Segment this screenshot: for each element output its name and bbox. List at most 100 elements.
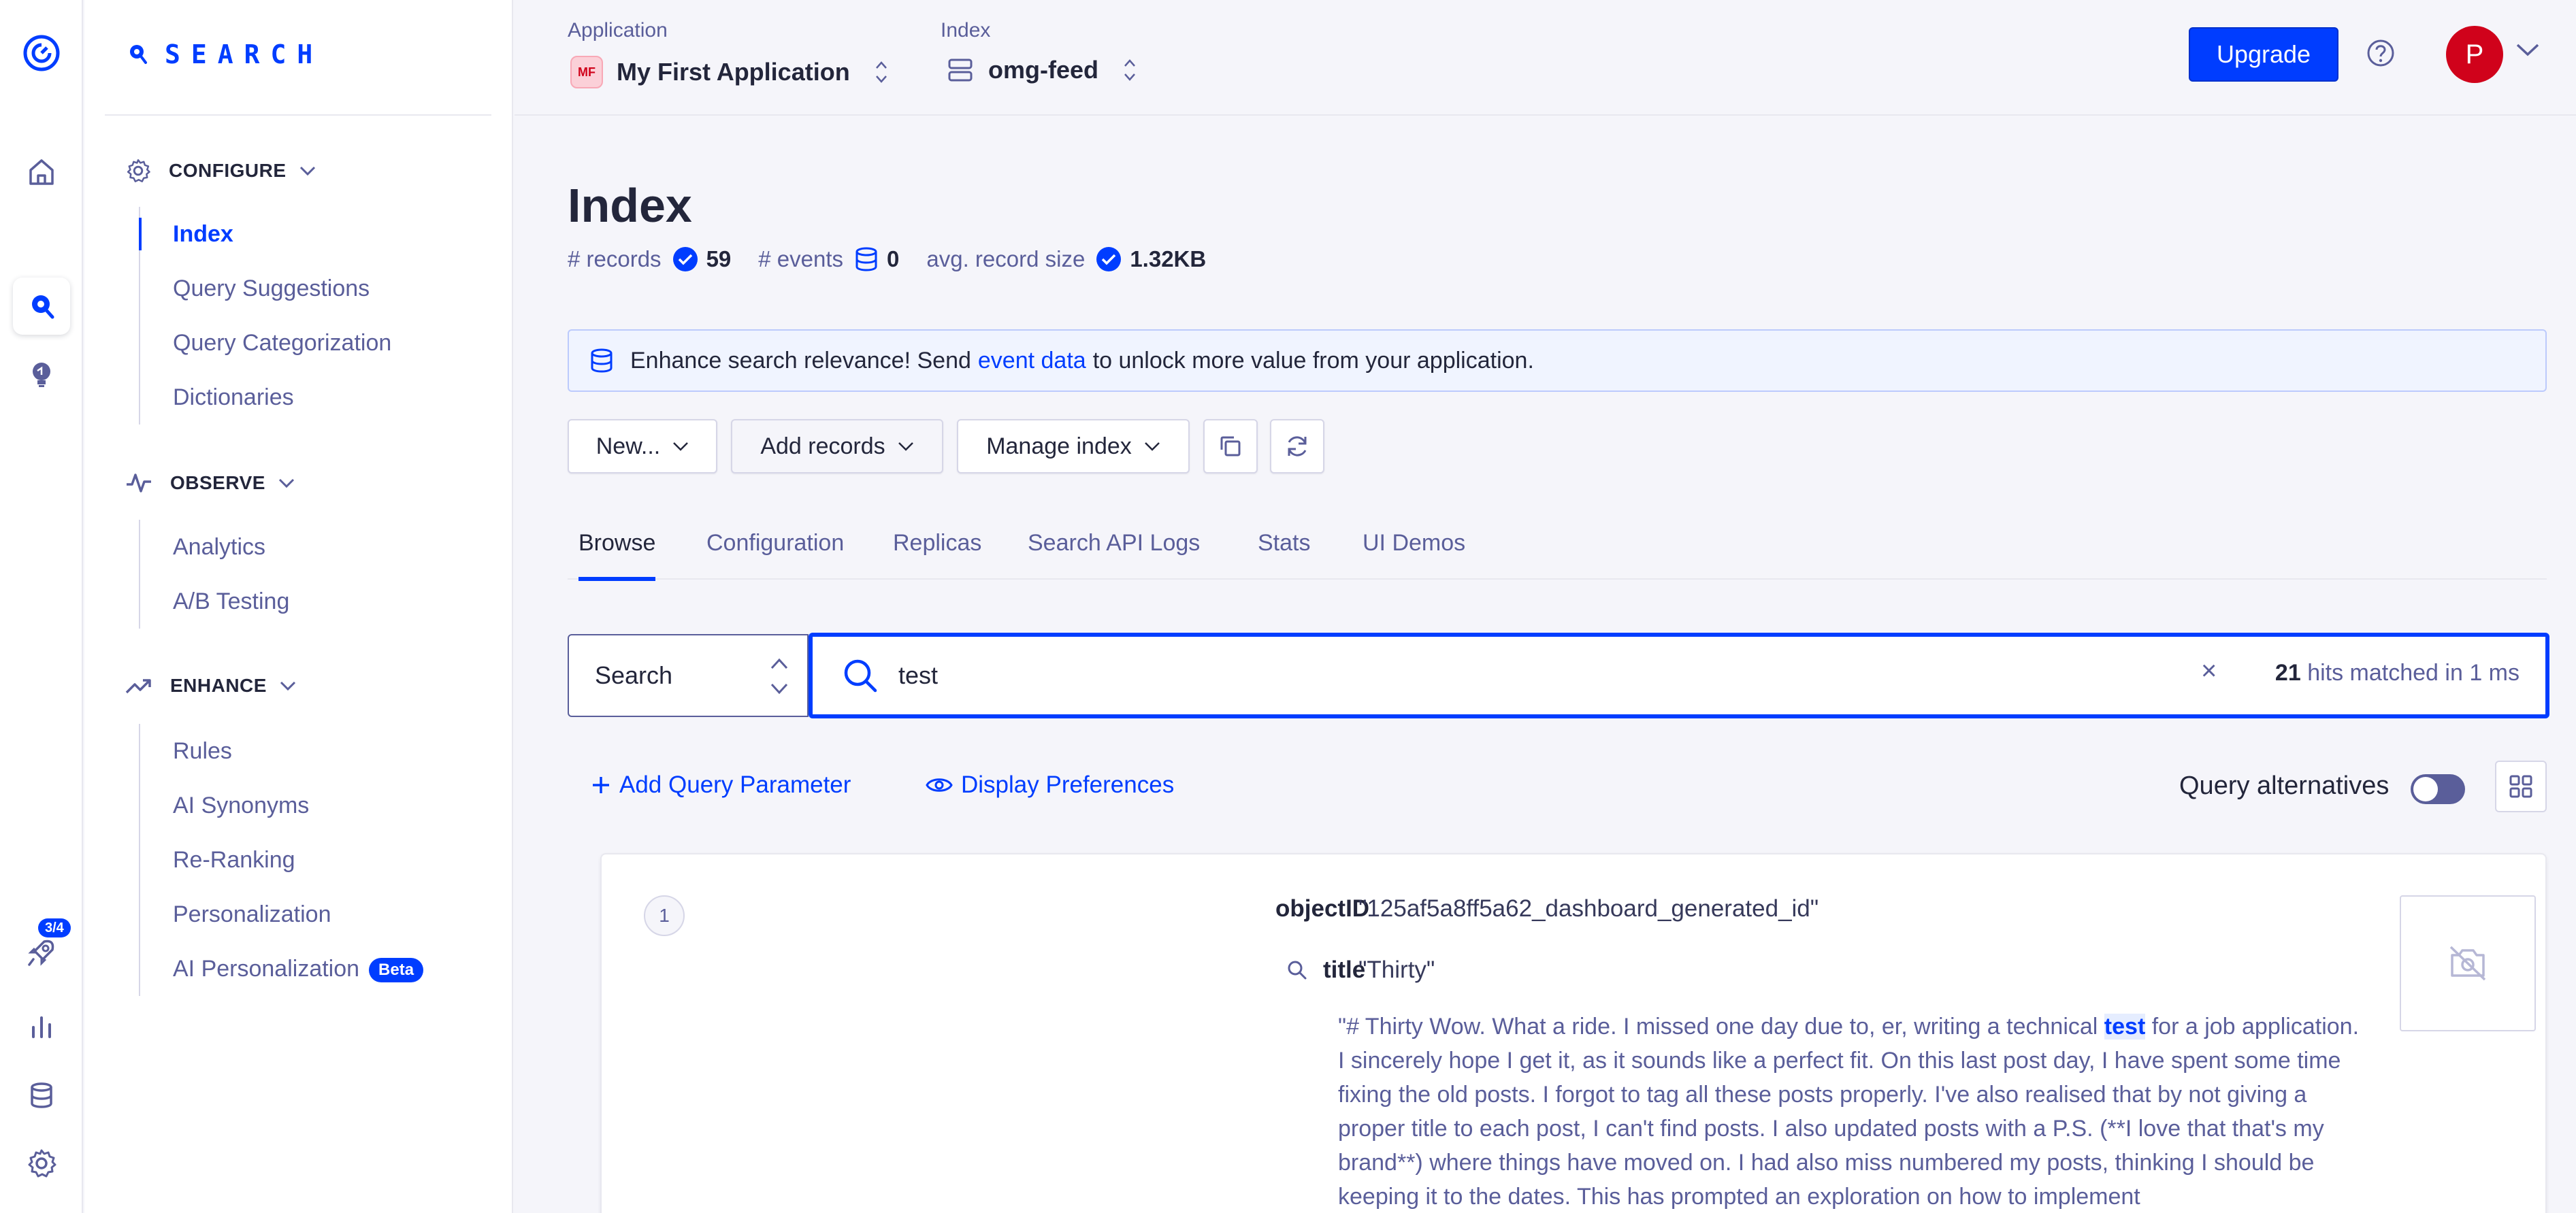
new-button[interactable]: New... bbox=[568, 419, 717, 473]
database-icon bbox=[591, 348, 613, 373]
display-preferences-label: Display Preferences bbox=[961, 771, 1175, 798]
avatar[interactable]: P bbox=[2446, 26, 2503, 83]
records-label: # records bbox=[568, 246, 662, 271]
size-label: avg. record size bbox=[926, 246, 1086, 271]
refresh-icon bbox=[1288, 436, 1307, 456]
manage-index-button[interactable]: Manage index bbox=[957, 419, 1190, 473]
sidebar-item-personalization[interactable]: Personalization bbox=[140, 887, 423, 942]
new-button-label: New... bbox=[596, 433, 661, 459]
sidebar-item-ai-personalization-label: AI Personalization bbox=[173, 956, 360, 982]
content-before: "# Thirty Wow. What a ride. I missed one… bbox=[1338, 1014, 2098, 1040]
searchable-attribute-icon bbox=[1288, 961, 1307, 980]
events-value: 0 bbox=[887, 246, 900, 271]
tab-replicas[interactable]: Replicas bbox=[893, 524, 981, 580]
data-sources-icon[interactable] bbox=[13, 1067, 70, 1124]
configure-items: Index Query Suggestions Query Categoriza… bbox=[138, 207, 391, 425]
content-value[interactable]: "# Thirty Wow. What a ride. I missed one… bbox=[1338, 1010, 2366, 1213]
event-data-link[interactable]: event data bbox=[978, 348, 1086, 374]
sidebar-item-ai-synonyms[interactable]: AI Synonyms bbox=[140, 778, 423, 833]
search-logo-icon bbox=[130, 45, 147, 64]
main-content: Application MF My First Application Inde… bbox=[515, 0, 2576, 1213]
product-sidebar: SEARCH CONFIGURE Index Query Suggestions… bbox=[84, 0, 513, 1213]
section-observe[interactable]: OBSERVE bbox=[125, 471, 295, 495]
object-id-key: objectID bbox=[1275, 895, 1370, 922]
index-name: omg-feed bbox=[988, 56, 1098, 84]
search-product-icon[interactable] bbox=[13, 278, 70, 335]
tab-search-api-logs[interactable]: Search API Logs bbox=[1028, 524, 1200, 580]
tab-ui-demos[interactable]: UI Demos bbox=[1363, 524, 1465, 580]
clear-search-icon[interactable]: × bbox=[2201, 656, 2217, 686]
updown-chevron-icon bbox=[1124, 59, 1135, 81]
page-title: Index bbox=[568, 179, 692, 232]
tab-stats[interactable]: Stats bbox=[1258, 524, 1310, 580]
application-selector[interactable]: MF My First Application bbox=[570, 56, 888, 88]
home-icon[interactable] bbox=[13, 143, 70, 200]
query-alternatives-label: Query alternatives bbox=[2179, 771, 2390, 800]
section-enhance[interactable]: ENHANCE bbox=[125, 675, 297, 697]
copy-button[interactable] bbox=[1203, 419, 1258, 473]
application-name: My First Application bbox=[617, 58, 850, 86]
banner-text-before: Enhance search relevance! Send bbox=[630, 347, 971, 373]
sidebar-item-ai-personalization[interactable]: AI Personalization Beta bbox=[140, 942, 424, 996]
tab-browse[interactable]: Browse bbox=[578, 524, 656, 581]
add-query-parameter-button[interactable]: Add Query Parameter bbox=[591, 771, 851, 799]
hits-summary: 21 hits matched in 1 ms bbox=[2275, 660, 2520, 686]
section-observe-label: OBSERVE bbox=[170, 472, 265, 493]
sidebar-item-analytics[interactable]: Analytics bbox=[140, 520, 289, 574]
object-id-value[interactable]: "125af5a8ff5a62_dashboard_generated_id" bbox=[1358, 895, 1819, 923]
add-records-button[interactable]: Add records bbox=[731, 419, 943, 473]
index-selector[interactable]: omg-feed bbox=[947, 56, 1137, 84]
grid-icon bbox=[2509, 775, 2532, 798]
content-after: for a job application. I sincerely hope … bbox=[1338, 1014, 2360, 1210]
content-highlight: test bbox=[2104, 1014, 2146, 1040]
add-records-label: Add records bbox=[760, 433, 885, 459]
observe-items: Analytics A/B Testing bbox=[139, 520, 289, 629]
display-preferences-button[interactable]: Display Preferences bbox=[926, 771, 1174, 799]
upgrade-button[interactable]: Upgrade bbox=[2189, 27, 2338, 82]
search-product-logo: SEARCH bbox=[128, 39, 323, 69]
index-stats: # records 59 # events 0 avg. record size… bbox=[568, 246, 1233, 272]
beta-badge: Beta bbox=[369, 958, 424, 983]
chevron-down-icon bbox=[299, 166, 315, 176]
algolia-logo-icon[interactable] bbox=[13, 24, 70, 82]
chevron-down-icon bbox=[673, 442, 689, 451]
hits-text: hits matched in 1 ms bbox=[2307, 660, 2520, 686]
help-icon[interactable] bbox=[2366, 38, 2396, 68]
analytics-bar-icon[interactable] bbox=[13, 999, 70, 1056]
tab-configuration[interactable]: Configuration bbox=[706, 524, 844, 580]
search-type-value: Search bbox=[595, 661, 673, 689]
title-value[interactable]: "Thirty" bbox=[1358, 957, 1435, 984]
eye-icon bbox=[926, 778, 953, 792]
onboarding-progress-badge: 3/4 bbox=[38, 918, 71, 937]
check-circle-icon bbox=[672, 247, 698, 271]
sidebar-item-rules[interactable]: Rules bbox=[140, 724, 423, 778]
size-value: 1.32KB bbox=[1130, 246, 1207, 271]
updown-chevron-icon bbox=[875, 61, 887, 83]
sidebar-item-re-ranking[interactable]: Re-Ranking bbox=[140, 833, 423, 887]
hit-card[interactable]: 1 objectID "125af5a8ff5a62_dashboard_gen… bbox=[600, 853, 2547, 1213]
chevron-down-icon[interactable] bbox=[2515, 42, 2540, 57]
sidebar-item-ab-testing[interactable]: A/B Testing bbox=[140, 574, 289, 629]
chevron-down-icon bbox=[280, 681, 296, 691]
recommend-bulb-icon[interactable] bbox=[13, 346, 70, 403]
trending-up-icon bbox=[125, 679, 151, 694]
sidebar-item-index[interactable]: Index bbox=[138, 207, 391, 261]
search-icon bbox=[844, 659, 877, 693]
query-alternatives-toggle[interactable] bbox=[2411, 774, 2465, 804]
sidebar-item-dictionaries[interactable]: Dictionaries bbox=[140, 370, 391, 425]
chevron-down-icon bbox=[898, 442, 913, 451]
section-configure[interactable]: CONFIGURE bbox=[125, 158, 316, 184]
add-query-parameter-label: Add Query Parameter bbox=[619, 771, 851, 798]
search-input[interactable] bbox=[898, 661, 2191, 690]
settings-gear-icon[interactable] bbox=[13, 1135, 70, 1192]
search-type-select[interactable]: Search bbox=[568, 634, 809, 717]
section-configure-label: CONFIGURE bbox=[169, 160, 287, 181]
refresh-button[interactable] bbox=[1270, 419, 1324, 473]
chevron-down-icon bbox=[1144, 442, 1160, 451]
sidebar-item-query-categorization[interactable]: Query Categorization bbox=[140, 316, 391, 370]
check-circle-icon bbox=[1096, 247, 1122, 271]
sidebar-item-query-suggestions[interactable]: Query Suggestions bbox=[140, 261, 391, 316]
grid-view-button[interactable] bbox=[2495, 761, 2547, 812]
application-badge: MF bbox=[570, 56, 603, 88]
events-label: # events bbox=[758, 246, 844, 271]
